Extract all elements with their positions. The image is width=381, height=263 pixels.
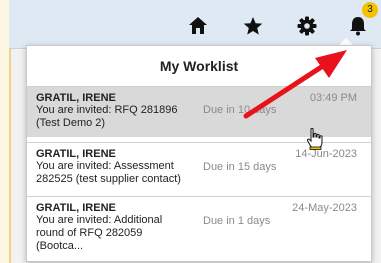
hand-pointer-cursor-icon — [306, 128, 323, 150]
